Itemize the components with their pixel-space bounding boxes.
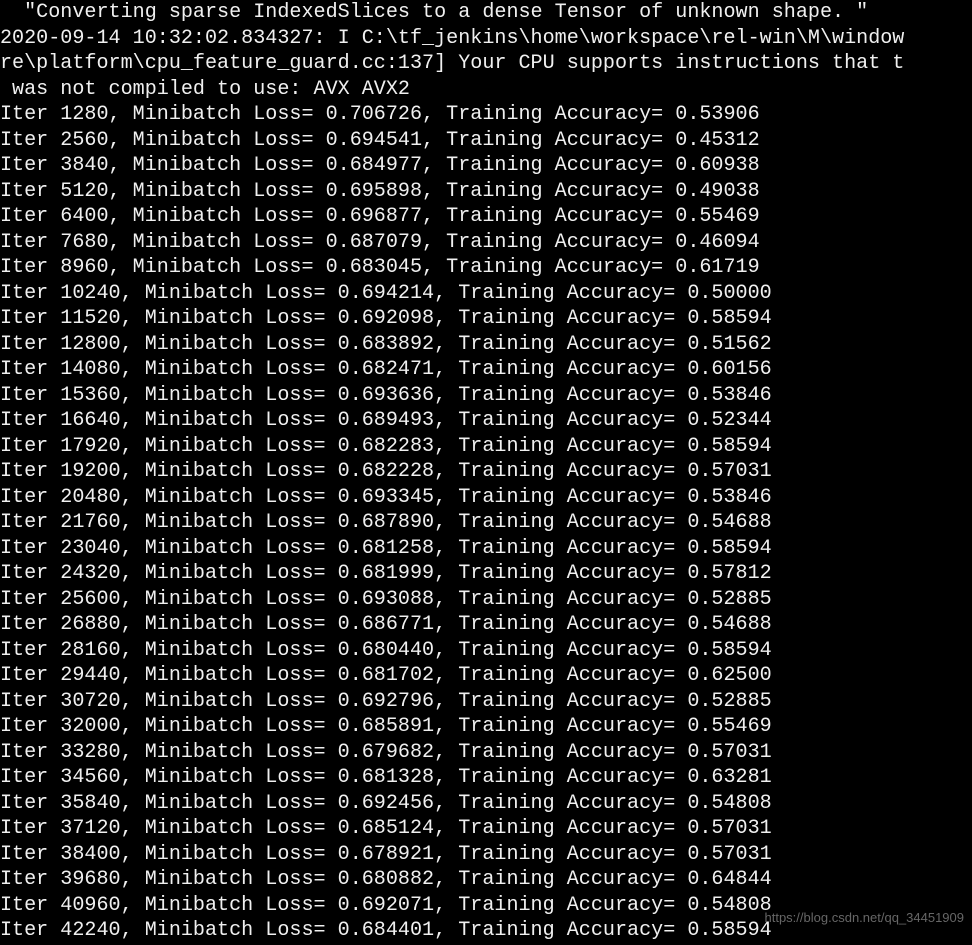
watermark-text: https://blog.csdn.net/qq_34451909 — [765, 910, 965, 925]
terminal-output: "Converting sparse IndexedSlices to a de… — [0, 0, 972, 945]
